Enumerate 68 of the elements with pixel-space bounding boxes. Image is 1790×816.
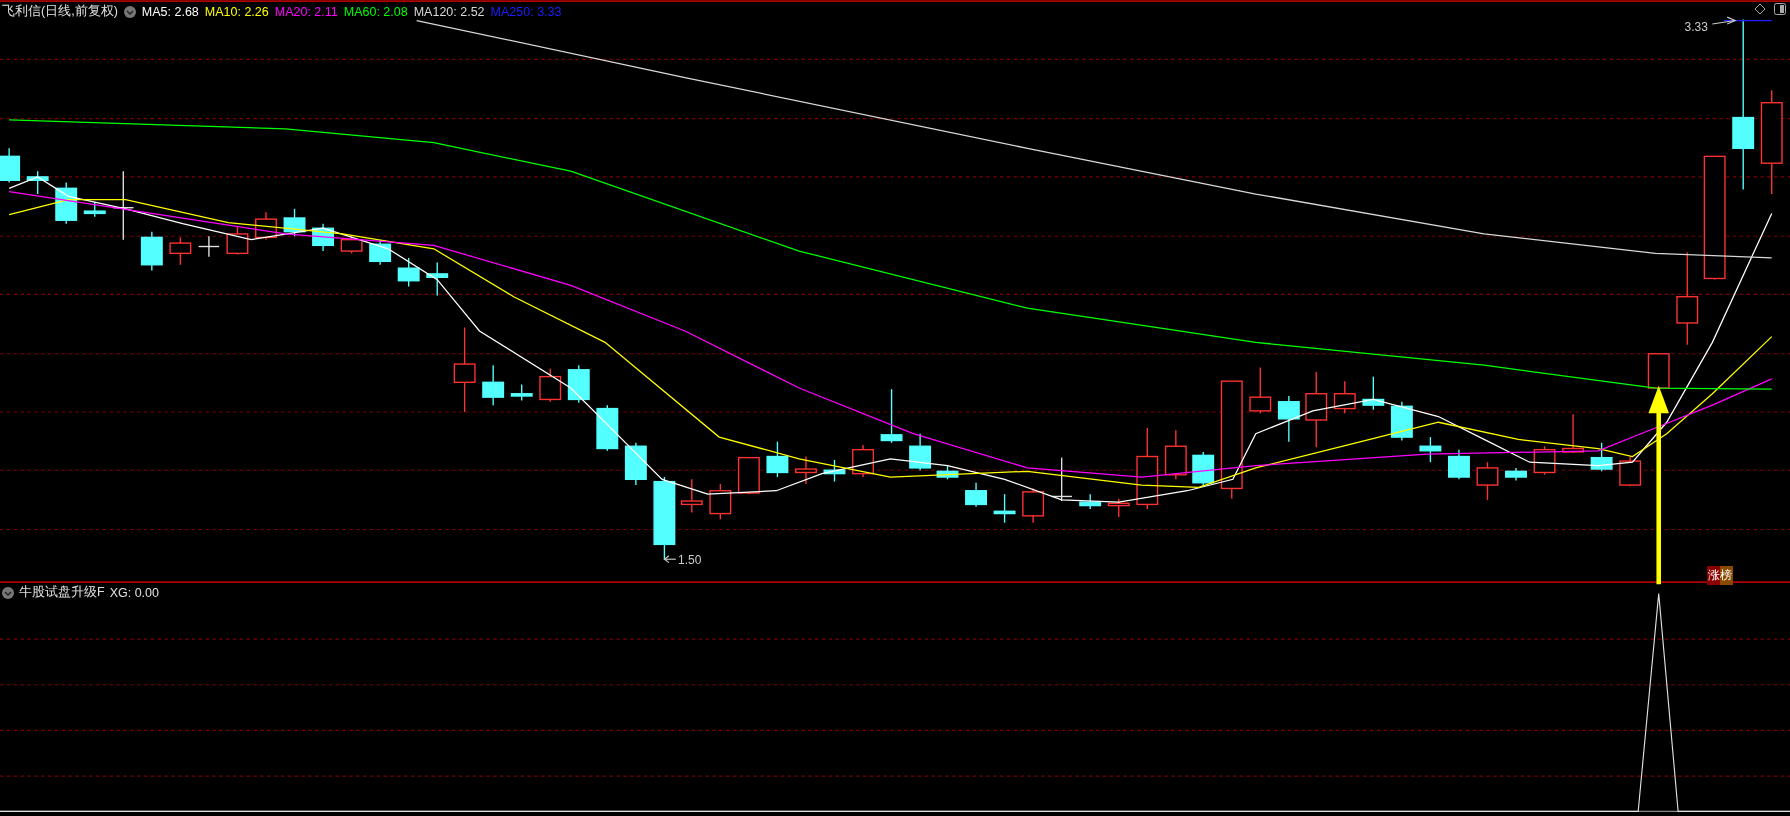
indicator-value: MA250: 3.33	[490, 4, 562, 19]
dropdown-icon[interactable]	[123, 5, 136, 18]
panel-toggle-icon[interactable]	[1774, 3, 1786, 15]
candlestick	[197, 235, 220, 258]
candlestick	[709, 483, 732, 520]
candlestick	[1419, 436, 1442, 463]
candlestick	[426, 261, 449, 297]
indicator-title: 牛股试盘升级F	[19, 584, 105, 601]
candlestick	[766, 441, 789, 478]
candlestick	[340, 235, 363, 255]
candlestick	[993, 493, 1016, 524]
candlestick	[312, 223, 335, 252]
max-price-pointer-drawing	[1711, 16, 1737, 25]
indicator-value: MA5: 2.68	[141, 4, 199, 19]
indicator-value: XG: 0.00	[109, 585, 159, 600]
candlestick	[596, 404, 619, 452]
candlestick	[83, 201, 106, 218]
candlestick	[852, 444, 874, 478]
candlestick	[1277, 395, 1300, 443]
candlestick	[624, 442, 647, 486]
candlestick	[909, 433, 932, 471]
chart-title: 飞利信(日线,前复权)	[2, 3, 118, 20]
candlestick	[1448, 448, 1470, 480]
candlestick	[1249, 366, 1272, 414]
candlestick	[965, 482, 987, 508]
candlestick	[1362, 375, 1385, 411]
candlestick	[0, 147, 21, 184]
candlestick	[737, 456, 760, 495]
dropdown-icon[interactable]	[2, 586, 14, 599]
candlestick	[397, 257, 420, 288]
candlestick	[823, 459, 846, 483]
candlestick	[1562, 413, 1585, 454]
indicator-value: MA120: 2.52	[413, 4, 485, 19]
candlestick	[226, 225, 249, 256]
candlestick	[1022, 487, 1045, 524]
candlestick	[1619, 455, 1642, 487]
candlestick	[1079, 493, 1102, 510]
rank-badge: 涨榜	[1707, 566, 1733, 585]
candlestick	[283, 208, 306, 237]
indicator-value: MA20: 2.11	[274, 4, 338, 19]
candlestick	[1107, 498, 1130, 518]
candlestick	[936, 464, 959, 480]
candlestick	[1476, 461, 1499, 501]
candlestick	[169, 236, 192, 266]
indicator-value: MA60: 2.08	[343, 4, 408, 19]
candlestick	[26, 170, 49, 195]
candlestick	[1333, 380, 1356, 414]
candlestick	[795, 455, 817, 485]
candlestick	[1647, 353, 1670, 390]
candlestick	[680, 478, 703, 514]
candlestick	[55, 181, 78, 225]
candlestick	[255, 211, 277, 241]
candlestick	[880, 388, 903, 444]
indicator-value: MA10: 2.26	[204, 4, 269, 19]
candlestick	[539, 367, 562, 403]
candlestick	[482, 364, 505, 406]
candlestick	[1192, 451, 1215, 487]
candlestick	[510, 383, 533, 402]
candlestick	[1390, 401, 1413, 442]
candlestick	[140, 231, 163, 272]
candlestick	[1505, 467, 1527, 482]
max-price-label: 3.33	[1684, 19, 1708, 34]
min-price-pointer-drawing	[663, 555, 677, 564]
candlestick	[1164, 429, 1187, 480]
candlestick	[567, 364, 590, 404]
diamond-icon[interactable]	[1754, 3, 1766, 15]
min-price-label: 1.50	[678, 552, 702, 567]
candlestick	[1590, 442, 1613, 473]
